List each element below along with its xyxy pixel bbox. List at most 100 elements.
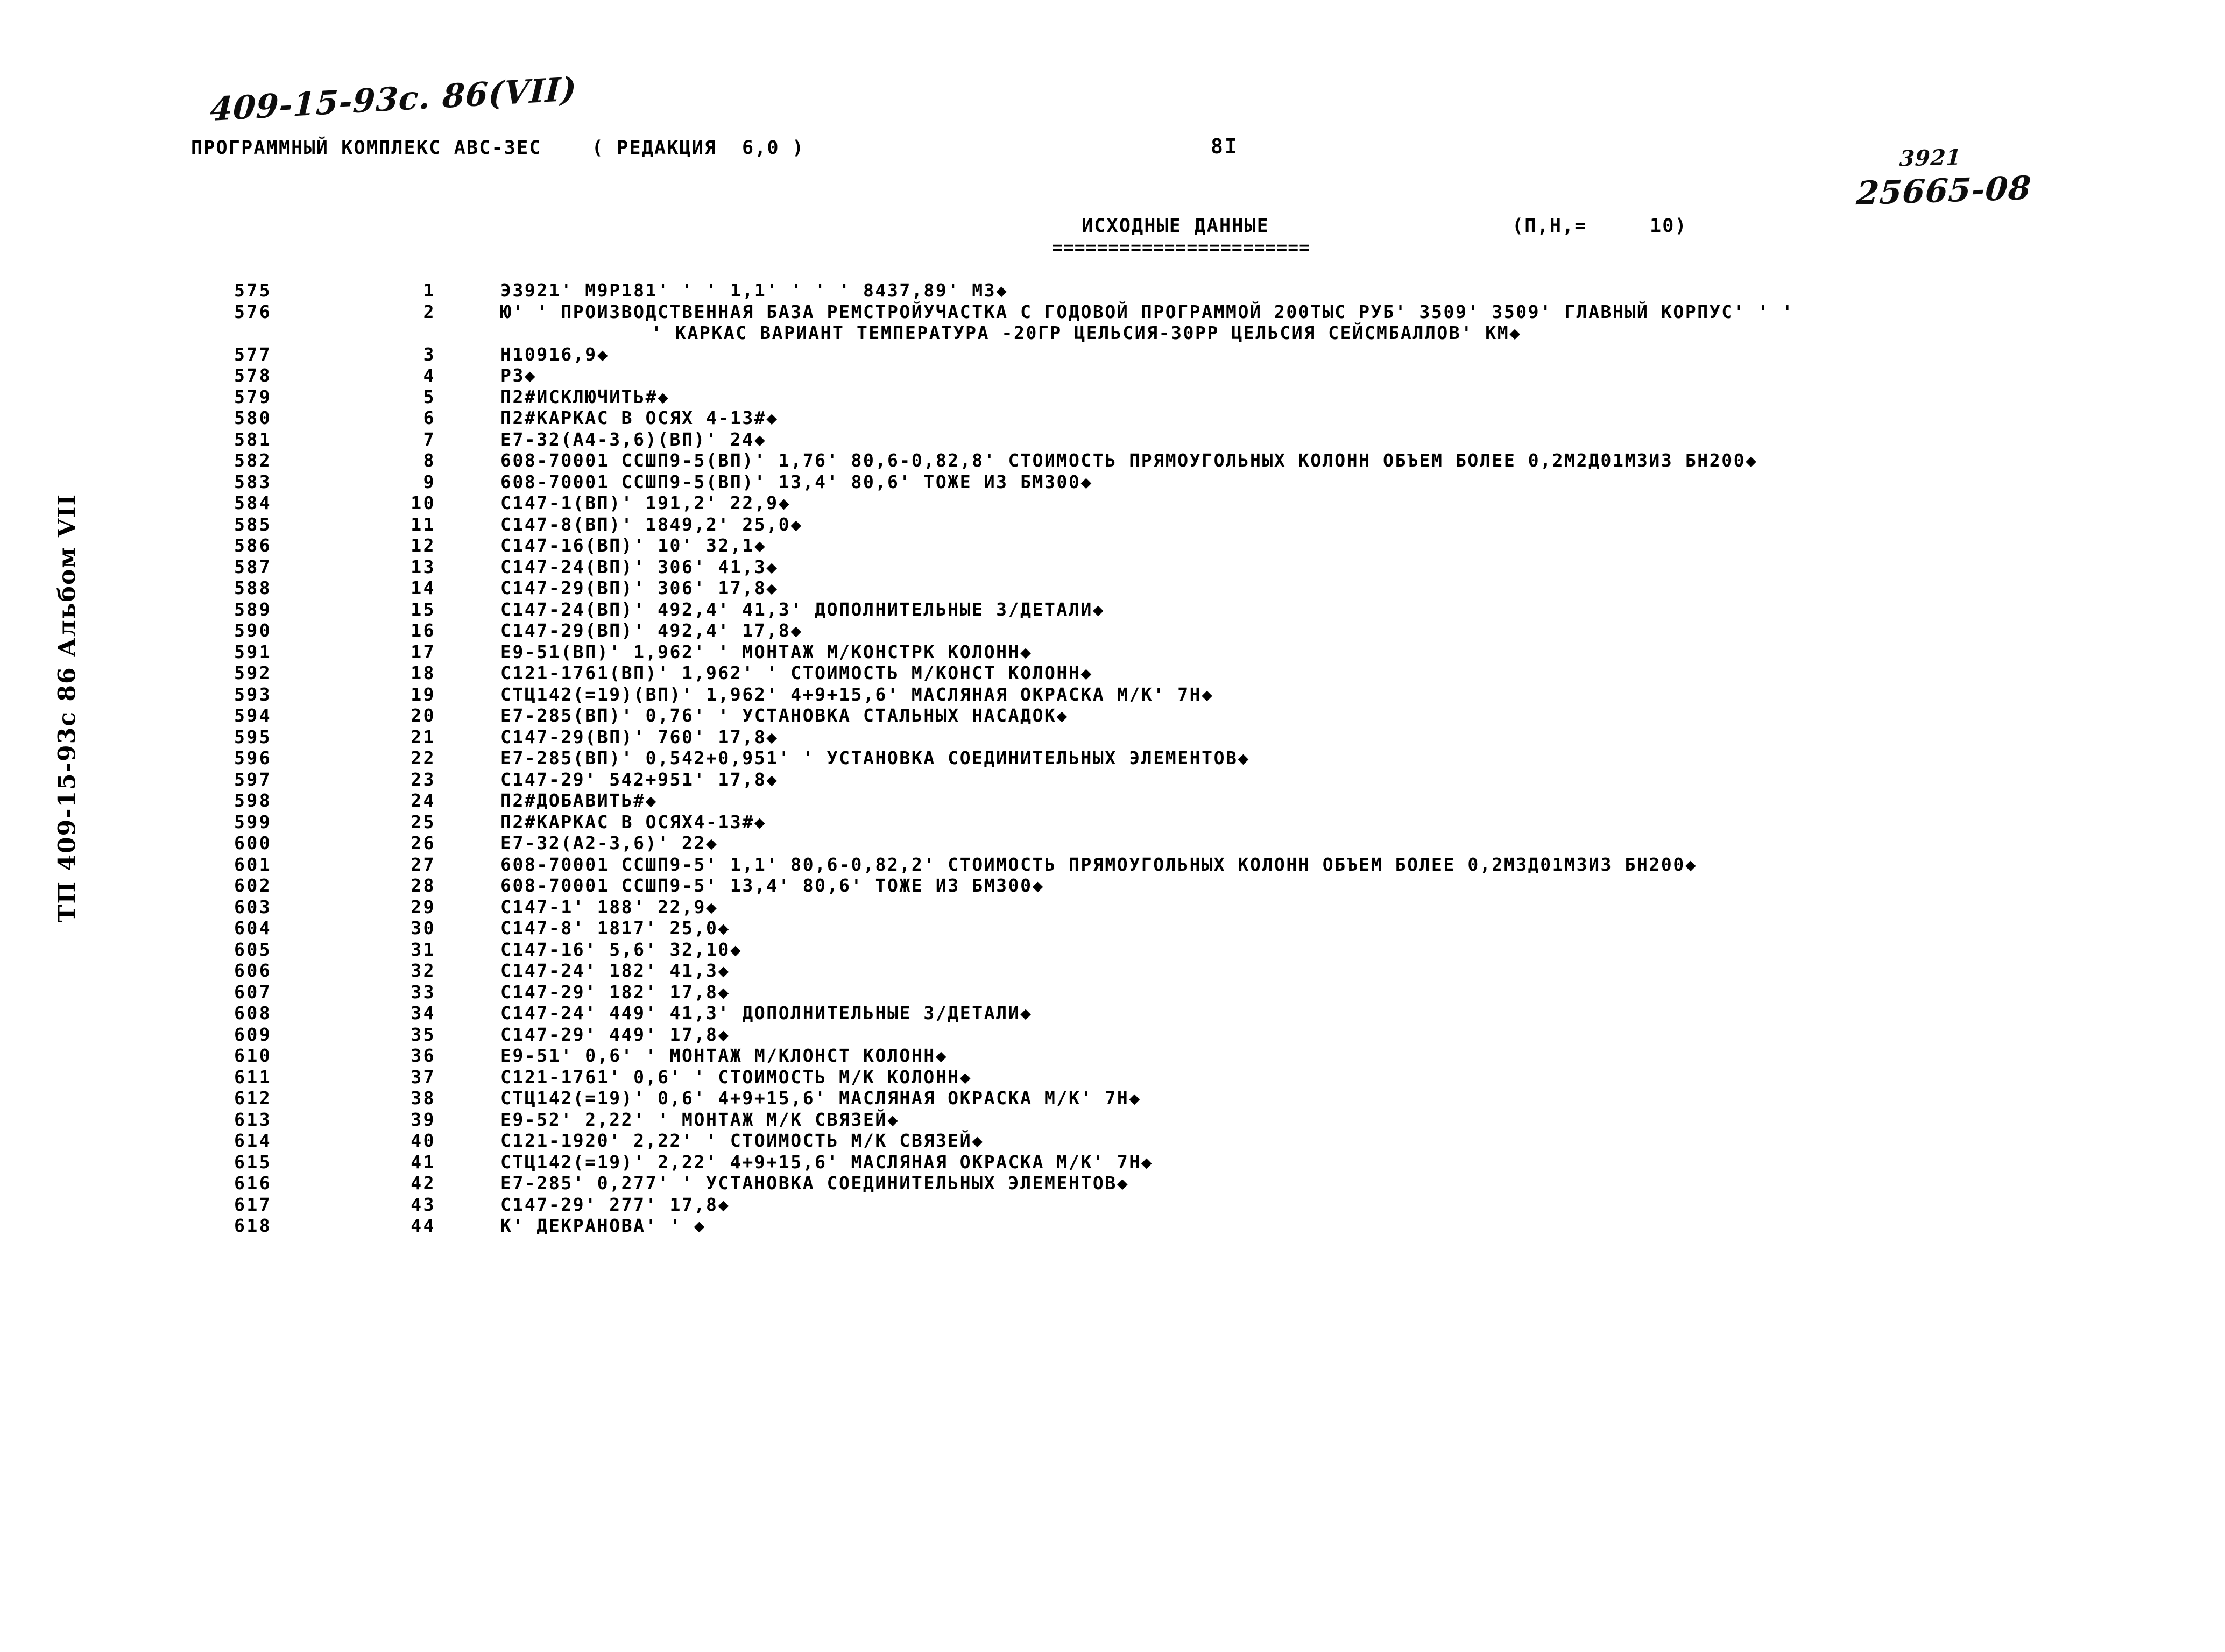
listing-sequence-number: 2 (423, 301, 436, 322)
listing-sequence-number: 27 (411, 853, 436, 875)
listing-row: 593 19 СТЦ142(=19)(ВП)' 1,962' 4+9+15,6' М… (0, 684, 2225, 705)
listing-sequence-number: 4 (423, 365, 436, 386)
listing-record-text: П2#КАРКАС В ОСЯХ4-13#◆ (500, 811, 767, 832)
listing-record-text: С147-16(ВП)' 10' 32,1◆ (500, 535, 767, 556)
listing-line-number: 581 (234, 428, 272, 450)
listing-record-text: П2#ИСКЛЮЧИТЬ#◆ (500, 386, 670, 407)
listing-record-text: Е9-52' 2,22' ' МОНТАЖ М/К СВЯЗЕЙ◆ (500, 1109, 900, 1130)
listing-row: 587 13 С147-24(ВП)' 306' 41,3◆ (0, 556, 2225, 578)
listing-sequence-number: 5 (423, 386, 436, 407)
listing-record-text: Н10916,9◆ (500, 343, 610, 365)
listing-record-text: С147-29(ВП)' 760' 17,8◆ (500, 726, 779, 747)
listing-row: 577 3 Н10916,9◆ (0, 344, 2225, 365)
listing-row: 576 2 Ю' ' ПРОИЗВОДСТВЕННАЯ БАЗА РЕМСТРОЙУ… (0, 301, 2225, 323)
listing-record-text: С121-1920' 2,22' ' СТОИМОСТЬ М/К СВЯЗЕЙ◆ (500, 1130, 984, 1151)
listing-line-number: 596 (234, 747, 272, 768)
listing-row: 583 9 608-70001 ССШП9-5(ВП)' 13,4' 80,6' Т… (0, 471, 2225, 493)
listing-row: 597 23 С147-29' 542+951' 17,8◆ (0, 769, 2225, 790)
listing-record-text: С121-1761(ВП)' 1,962' ' СТОИМОСТЬ М/КОНС… (500, 662, 1093, 683)
listing-row: 598 24 П2#ДОБАВИТЬ#◆ (0, 790, 2225, 811)
listing-row: 581 7 Е7-32(А4-3,6)(ВП)' 24◆ (0, 429, 2225, 450)
listing-row: 606 32 С147-24' 182' 41,3◆ (0, 960, 2225, 982)
listing-record-text: К' ДЕКРАНОВА' ' ◆ (500, 1215, 706, 1236)
listing-line-number: 589 (234, 598, 272, 620)
listing-sequence-number: 30 (411, 917, 436, 938)
listing-row: 609 35 С147-29' 449' 17,8◆ (0, 1024, 2225, 1046)
listing-line-number: 585 (234, 513, 272, 535)
listing-row: 608 34 С147-24' 449' 41,3' ДОПОЛНИТЕЛЬНЫЕ … (0, 1003, 2225, 1024)
listing-row: 610 36 Е9-51' 0,6' ' МОНТАЖ М/КЛОНСТ КОЛОН… (0, 1045, 2225, 1067)
listing-row: 590 16 С147-29(ВП)' 492,4' 17,8◆ (0, 620, 2225, 641)
listing-record-text: С121-1761' 0,6' ' СТОИМОСТЬ М/К КОЛОНН◆ (500, 1066, 972, 1088)
listing-row: 595 21 С147-29(ВП)' 760' 17,8◆ (0, 726, 2225, 748)
listing-row: 579 5 П2#ИСКЛЮЧИТЬ#◆ (0, 386, 2225, 408)
listing-line-number: 594 (234, 705, 272, 726)
listing-sequence-number: 26 (411, 832, 436, 853)
listing-line-number: 583 (234, 471, 272, 492)
listing-sequence-number: 13 (411, 556, 436, 577)
listing-line-number: 609 (234, 1023, 272, 1045)
listing-row: 582 8 608-70001 ССШП9-5(ВП)' 1,76' 80,6-0,… (0, 450, 2225, 471)
listing-row: 596 22 Е7-285(ВП)' 0,542+0,951' ' УСТАНОВК… (0, 747, 2225, 769)
listing-row: 585 11 С147-8(ВП)' 1849,2' 25,0◆ (0, 514, 2225, 535)
listing-sequence-number: 43 (411, 1194, 436, 1215)
listing-line-number: 607 (234, 981, 272, 1003)
listing-row: 616 42 Е7-285' 0,277' ' УСТАНОВКА СОЕДИНИТ… (0, 1173, 2225, 1194)
listing-record-text: С147-29(ВП)' 492,4' 17,8◆ (500, 620, 803, 641)
listing-record-text: Е7-32(А2-3,6)' 22◆ (500, 832, 718, 853)
listing-row: 578 4 Р3◆ (0, 365, 2225, 386)
listing-record-text: Ю' ' ПРОИЗВОДСТВЕННАЯ БАЗА РЕМСТРОЙУЧАСТ… (500, 301, 1795, 322)
listing-sequence-number: 3 (423, 343, 436, 365)
listing-sequence-number: 7 (423, 428, 436, 450)
listing-line-number: 597 (234, 768, 272, 790)
listing-sequence-number: 39 (411, 1109, 436, 1130)
listing-row: 605 31 С147-16' 5,6' 32,10◆ (0, 939, 2225, 961)
listing-sequence-number: 8 (423, 450, 436, 471)
listing-row: 617 43 С147-29' 277' 17,8◆ (0, 1194, 2225, 1216)
listing-row: 575 1 Э3921' М9Р181' ' ' 1,1' ' ' ' 8437,8… (0, 280, 2225, 301)
listing-sequence-number: 28 (411, 875, 436, 896)
listing-line-number: 616 (234, 1173, 272, 1194)
listing-sequence-number: 18 (411, 662, 436, 683)
listing-row: ' КАРКАС ВАРИАНТ ТЕМПЕРАТУРА -20ГР ЦЕЛЬС… (0, 322, 2225, 344)
listing-line-number: 613 (234, 1109, 272, 1130)
listing-line-number: 584 (234, 492, 272, 513)
listing-sequence-number: 40 (411, 1130, 436, 1151)
listing-line-number: 595 (234, 726, 272, 747)
listing-sequence-number: 32 (411, 960, 436, 981)
listing-record-text: Е9-51(ВП)' 1,962' ' МОНТАЖ М/КОНСТРК КОЛ… (500, 641, 1033, 662)
listing-line-number: 598 (234, 790, 272, 811)
listing-row: 607 33 С147-29' 182' 17,8◆ (0, 982, 2225, 1003)
section-title-underline: ======================= (1052, 237, 1310, 258)
listing-row: 614 40 С121-1920' 2,22' ' СТОИМОСТЬ М/К СВ… (0, 1130, 2225, 1152)
listing-row: 580 6 П2#КАРКАС В ОСЯХ 4-13#◆ (0, 407, 2225, 429)
listing-row: 588 14 С147-29(ВП)' 306' 17,8◆ (0, 577, 2225, 599)
listing-line-number: 606 (234, 960, 272, 981)
listing-line-number: 576 (234, 301, 272, 322)
listing-line-number: 591 (234, 641, 272, 662)
listing-sequence-number: 36 (411, 1045, 436, 1066)
listing-row: 589 15 С147-24(ВП)' 492,4' 41,3' ДОПОЛНИТЕ… (0, 599, 2225, 620)
listing-record-text: СТЦ142(=19)' 0,6' 4+9+15,6' МАСЛЯНАЯ ОКР… (500, 1088, 1141, 1109)
program-complex-header: ПРОГРАММНЫЙ КОМПЛЕКС АВС-ЗЕС ( РЕДАКЦИЯ … (191, 137, 805, 159)
listing-record-text: С147-24(ВП)' 306' 41,3◆ (500, 556, 779, 577)
listing-row: 584 10 С147-1(ВП)' 191,2' 22,9◆ (0, 492, 2225, 514)
listing-sequence-number: 10 (411, 492, 436, 513)
listing-record-text: П2#КАРКАС В ОСЯХ 4-13#◆ (500, 407, 779, 428)
handwritten-order-number: 3921 (1898, 144, 1962, 172)
listing-record-text: СТЦ142(=19)(ВП)' 1,962' 4+9+15,6' МАСЛЯН… (500, 683, 1214, 705)
listing-sequence-number: 37 (411, 1066, 436, 1088)
listing-record-text: СТЦ142(=19)' 2,22' 4+9+15,6' МАСЛЯНАЯ ОК… (500, 1151, 1154, 1173)
listing-record-text: 608-70001 ССШП9-5' 13,4' 80,6' ТОЖЕ ИЗ Б… (500, 875, 1045, 896)
listing-line-number: 577 (234, 343, 272, 365)
listing-record-text: Е7-285(ВП)' 0,542+0,951' ' УСТАНОВКА СОЕ… (500, 747, 1250, 768)
listing-row: 600 26 Е7-32(А2-3,6)' 22◆ (0, 832, 2225, 854)
listing-line-number: 605 (234, 938, 272, 960)
listing-sequence-number: 23 (411, 768, 436, 790)
section-title: ИСХОДНЫЕ ДАННЫЕ (1082, 215, 1270, 237)
listing-line-number: 617 (234, 1194, 272, 1215)
listing-record-text: П2#ДОБАВИТЬ#◆ (500, 790, 658, 811)
listing-row: 612 38 СТЦ142(=19)' 0,6' 4+9+15,6' МАСЛЯНА… (0, 1088, 2225, 1109)
listing-record-text: С147-29' 449' 17,8◆ (500, 1023, 730, 1045)
listing-record-text: Э3921' М9Р181' ' ' 1,1' ' ' ' 8437,89' М… (500, 280, 1008, 301)
